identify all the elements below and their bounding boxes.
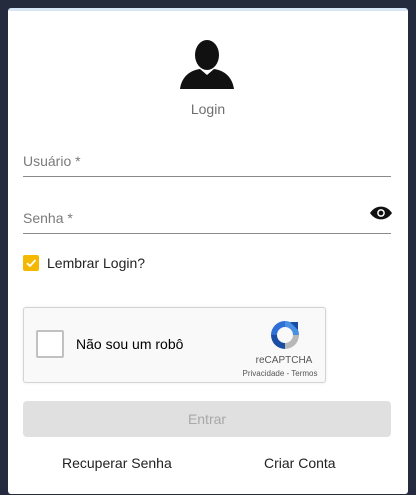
recover-password-link[interactable]: Recuperar Senha (62, 455, 172, 471)
recaptcha-widget: Não sou um robô reCAPTCHA Privacidade - … (23, 307, 326, 383)
username-label: Usuário * (23, 153, 81, 169)
recaptcha-terms-link[interactable]: Privacidade - Termos (230, 369, 330, 378)
login-title: Login (190, 101, 226, 117)
password-label: Senha * (23, 210, 73, 226)
recaptcha-brand: reCAPTCHA (255, 355, 313, 366)
login-card: Login Usuário * Senha * Lembrar Login? N… (8, 8, 408, 494)
recaptcha-checkbox[interactable] (36, 330, 64, 358)
remember-checkbox[interactable] (23, 255, 39, 271)
recaptcha-logo-icon (271, 321, 299, 349)
check-icon (26, 259, 37, 268)
create-account-link[interactable]: Criar Conta (264, 455, 336, 471)
user-icon (180, 40, 234, 89)
eye-icon[interactable] (370, 205, 392, 221)
recaptcha-label: Não sou um robô (76, 336, 184, 352)
enter-button[interactable]: Entrar (23, 401, 391, 437)
remember-login[interactable]: Lembrar Login? (23, 254, 145, 272)
remember-label: Lembrar Login? (47, 255, 146, 271)
username-field[interactable]: Usuário * (23, 152, 391, 177)
password-field[interactable]: Senha * (23, 209, 391, 234)
